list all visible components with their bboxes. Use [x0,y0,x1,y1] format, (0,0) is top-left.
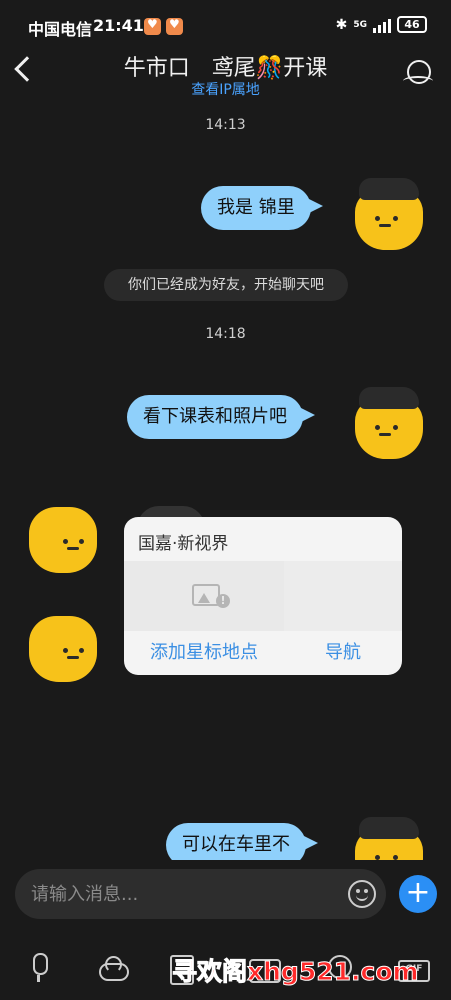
battery-icon: 46 [397,16,427,33]
navigate-button[interactable]: 导航 [284,631,402,675]
input-bar: + [0,860,451,930]
mic-icon[interactable] [24,953,54,983]
notification-icon [166,17,183,35]
emoji-icon[interactable] [348,880,376,908]
network-type: 5G [353,19,367,30]
system-message: 你们已经成为好友，开始聊天吧 [104,269,348,301]
my-avatar[interactable] [353,387,425,463]
watermark: 寻欢阁xhg521.com [172,957,420,987]
bluetooth-icon: ✱ [335,16,348,33]
contact-avatar[interactable] [27,501,99,577]
view-ip-location-link[interactable]: 查看IP属地 [0,79,451,99]
signal-icon [373,17,391,33]
message-field[interactable] [15,869,386,919]
map-preview[interactable]: ! [124,561,402,631]
cloud-icon[interactable] [97,953,129,983]
location-card[interactable]: 国嘉·新视界 ! 添加星标地点 导航 [124,517,402,675]
message-list[interactable]: 14:13 我是 锦里 你们已经成为好友，开始聊天吧 14:18 看下课表和照片… [0,100,451,889]
status-bar: 中国电信 21:41 ✱ 5G 46 [0,0,451,50]
timestamp: 14:18 [205,326,246,342]
chat-header: 牛市口 鸢尾🎊开课 查看IP属地 [0,50,451,100]
add-star-location-button[interactable]: 添加星标地点 [124,631,284,675]
message-input[interactable] [31,869,341,919]
timestamp: 14:13 [205,117,246,133]
chat-title: 牛市口 鸢尾🎊开课 [123,56,328,81]
info-icon: ! [216,594,230,608]
notification-icon [144,17,161,35]
status-time: 21:41 [93,16,144,35]
outgoing-message[interactable]: 我是 锦里 [201,186,323,230]
location-title: 国嘉·新视界 [138,534,229,554]
contact-avatar[interactable] [27,610,99,686]
my-avatar[interactable] [353,178,425,254]
carrier-name: 中国电信 [28,20,93,39]
status-icons: ✱ 5G 46 [336,16,427,33]
outgoing-message[interactable]: 看下课表和照片吧 [127,395,315,439]
location-actions: 添加星标地点 导航 [124,631,402,675]
plus-button[interactable]: + [399,875,437,913]
profile-icon[interactable] [403,60,433,84]
